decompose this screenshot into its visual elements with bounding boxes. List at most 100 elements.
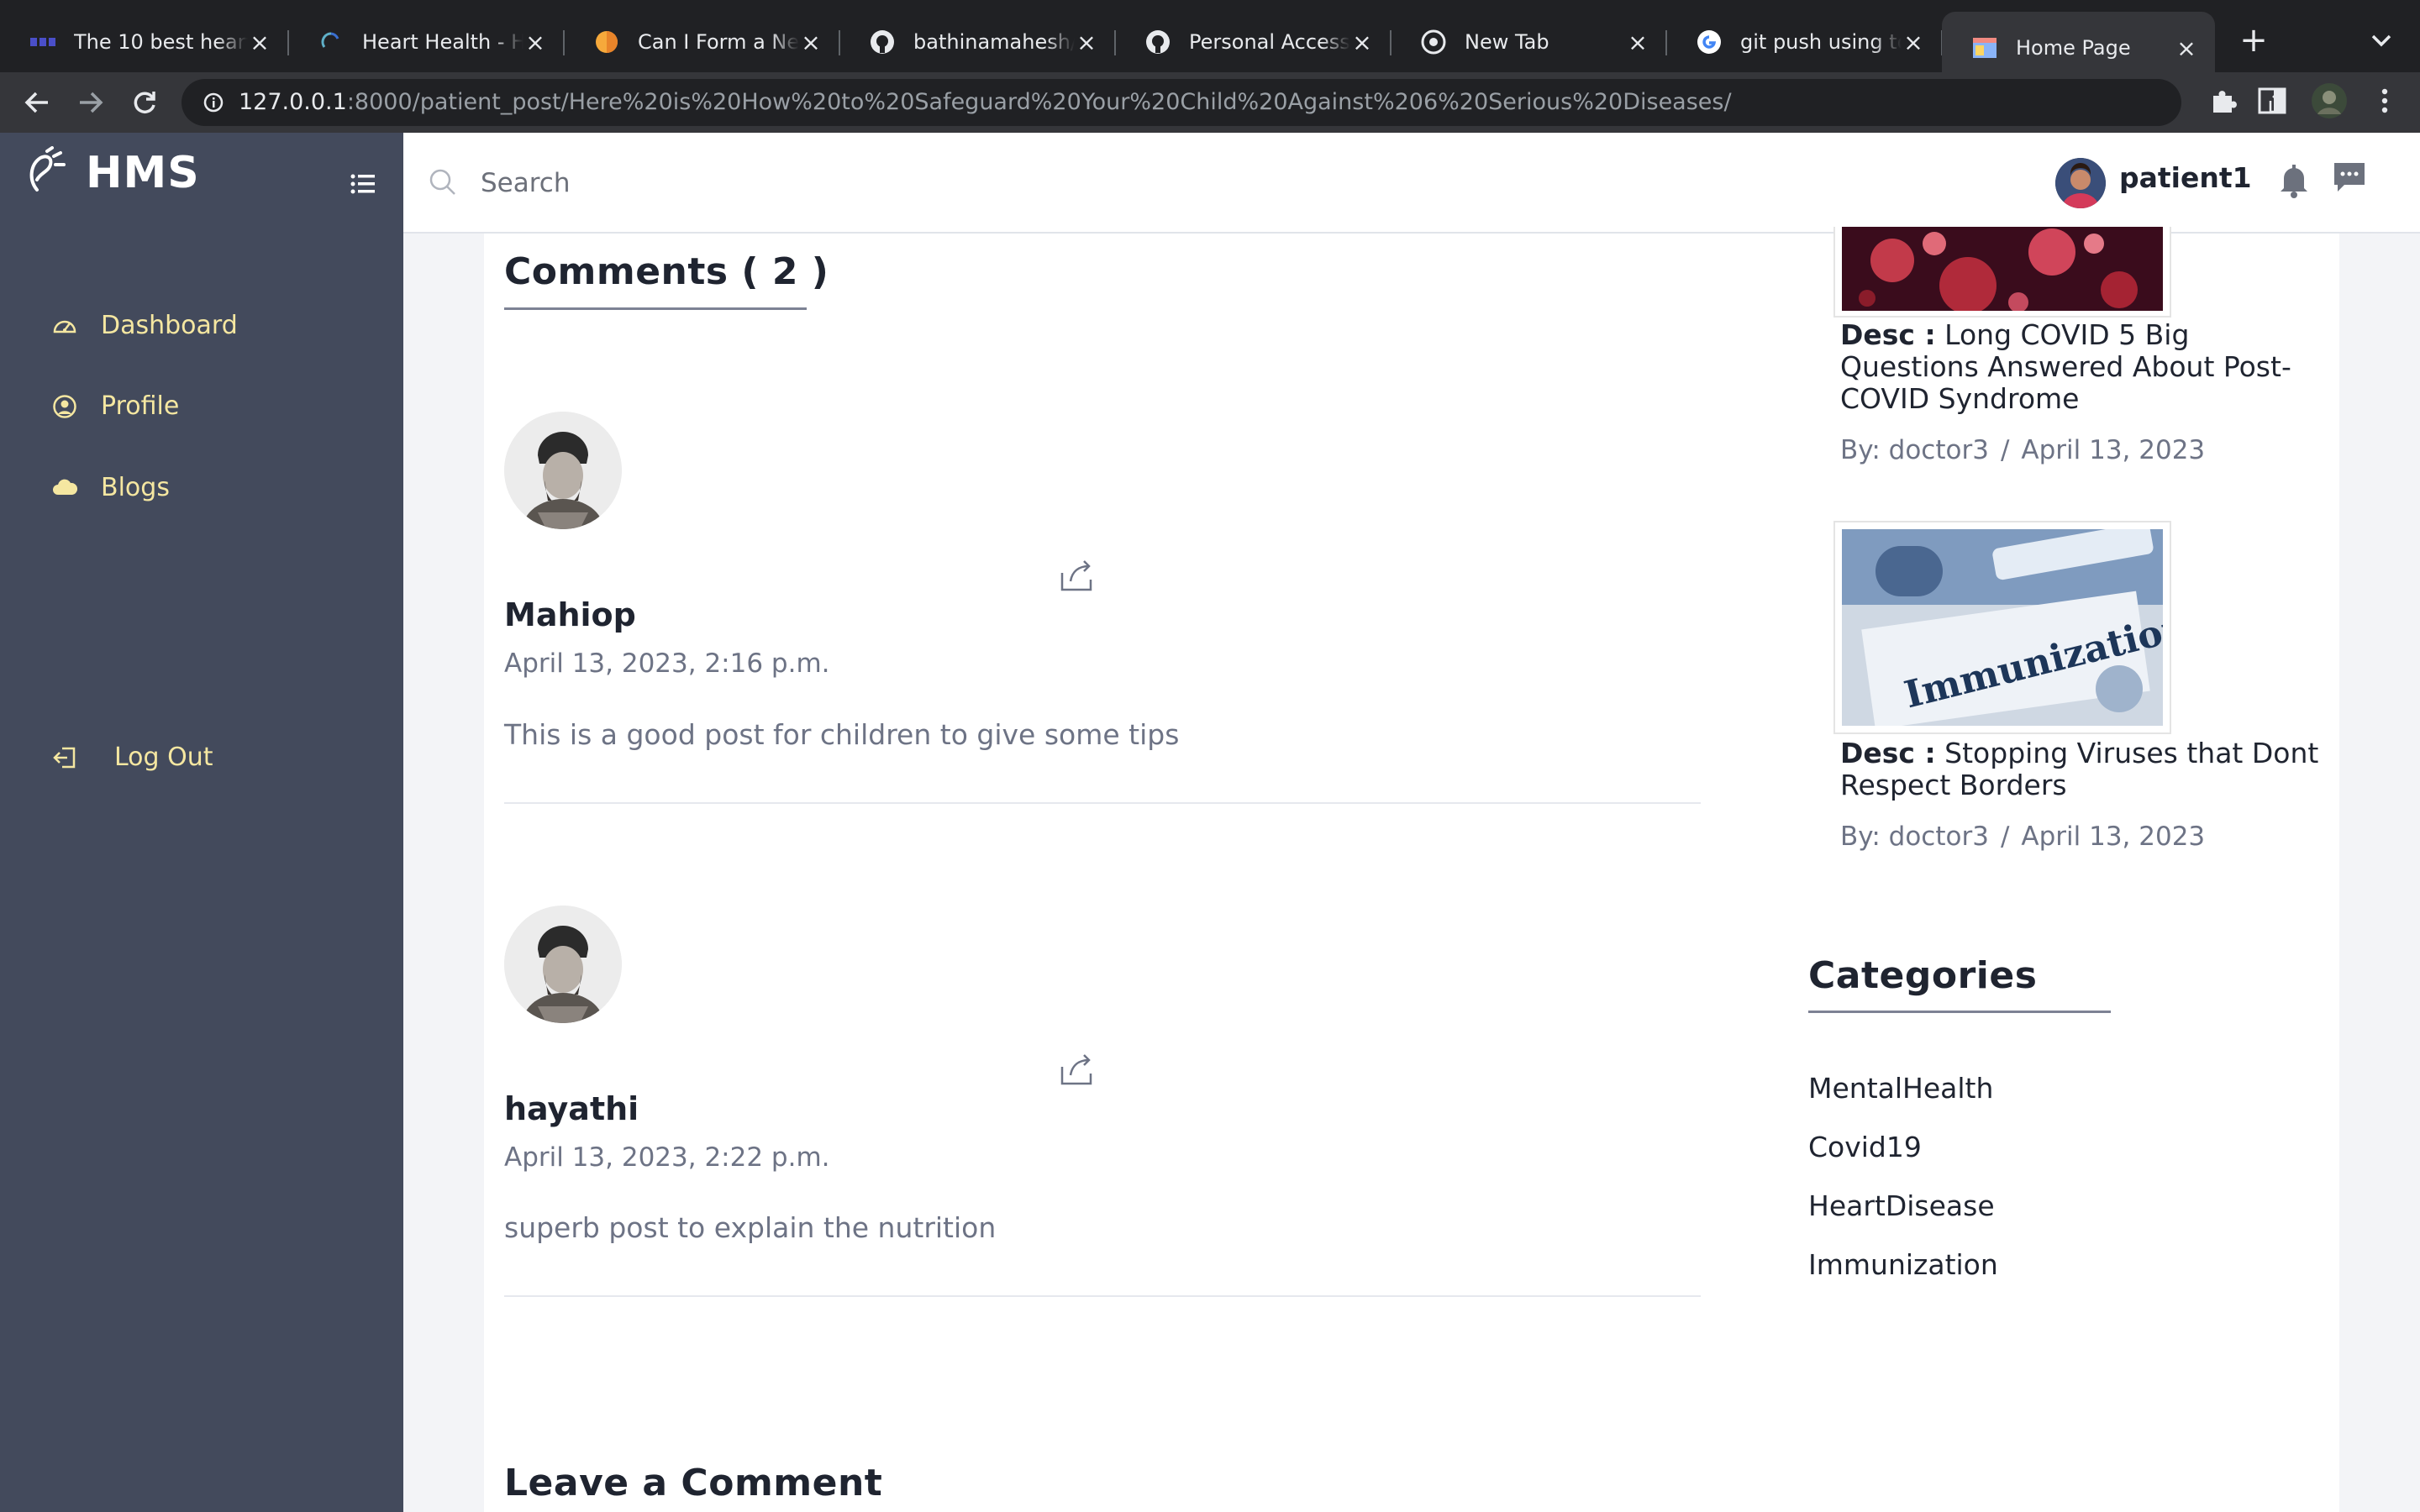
comment-avatar xyxy=(504,412,622,529)
comment-date: April 13, 2023, 2:22 p.m. xyxy=(504,1142,830,1173)
page-icon xyxy=(1972,35,1997,60)
back-icon[interactable] xyxy=(17,82,57,123)
category-link[interactable]: Immunization xyxy=(1808,1248,1998,1281)
brand-name: HMS xyxy=(86,148,200,198)
google-icon xyxy=(1697,29,1722,55)
heart-logo-icon xyxy=(318,29,344,55)
sidebar: HMS Dashboard Profile Blogs Log Out xyxy=(0,133,403,1512)
search-input[interactable] xyxy=(481,158,1237,208)
share-icon[interactable] xyxy=(1057,1048,1097,1089)
browser-tab[interactable]: Can I Form a New × xyxy=(564,12,840,72)
browser-tab[interactable]: The 10 best heart × xyxy=(0,12,289,72)
tab-close-icon[interactable]: × xyxy=(1626,29,1649,56)
sidebar-item-blogs[interactable]: Blogs xyxy=(52,473,170,502)
github-icon xyxy=(870,29,895,55)
logout-label: Log Out xyxy=(114,743,213,772)
menu-list-icon[interactable] xyxy=(350,171,376,197)
user-circle-icon xyxy=(52,394,77,419)
browser-tab[interactable]: Heart Health - Ho × xyxy=(288,12,565,72)
category-link[interactable]: MentalHealth xyxy=(1808,1072,1993,1105)
tab-close-icon[interactable]: × xyxy=(523,29,547,56)
logout-icon xyxy=(52,745,77,770)
comments-title: Comments ( 2 ) xyxy=(504,250,829,293)
comment-date: April 13, 2023, 2:16 p.m. xyxy=(504,648,830,679)
tab-title: New Tab xyxy=(1465,30,1549,54)
tab-title: Personal Access T xyxy=(1189,30,1350,54)
forward-icon[interactable] xyxy=(71,82,111,123)
url-host: 127.0.0.1 xyxy=(239,89,347,115)
browser-tab[interactable]: New Tab × xyxy=(1391,12,1667,72)
tab-title: Heart Health - Ho xyxy=(362,30,523,54)
share-icon[interactable] xyxy=(1057,554,1097,595)
title-underline xyxy=(504,307,807,310)
sidebar-item-profile[interactable]: Profile xyxy=(52,391,179,421)
side-panel-icon[interactable] xyxy=(2257,86,2291,119)
user-name[interactable]: patient1 xyxy=(2119,161,2252,194)
meta-separator: / xyxy=(2000,435,2010,465)
bell-icon[interactable] xyxy=(2277,161,2311,198)
sidebar-item-label: Dashboard xyxy=(101,311,238,340)
post-meta: By: doctor3 / April 13, 2023 xyxy=(1840,435,2205,465)
reload-icon[interactable] xyxy=(124,82,165,123)
post-date: April 13, 2023 xyxy=(2021,435,2206,465)
chat-icon[interactable] xyxy=(2331,160,2368,197)
tab-title: Home Page xyxy=(2016,36,2131,60)
tab-title: bathinamahesh/Fi xyxy=(913,30,1075,54)
extensions-puzzle-icon[interactable] xyxy=(2207,84,2240,118)
logo-icon xyxy=(25,146,71,200)
orange-circle-icon xyxy=(594,29,619,55)
post-description[interactable]: Desc : Long COVID 5 Big Questions Answer… xyxy=(1840,319,2319,415)
post-author: By: doctor3 xyxy=(1840,435,1989,465)
comment-author: hayathi xyxy=(504,1090,639,1127)
tab-close-icon[interactable]: × xyxy=(2175,34,2198,62)
tab-close-icon[interactable]: × xyxy=(799,29,823,56)
new-tab-button[interactable]: + xyxy=(2235,22,2272,59)
post-thumbnail[interactable] xyxy=(1833,227,2171,318)
post-meta: By: doctor3 / April 13, 2023 xyxy=(1840,822,2205,852)
post-author: By: doctor3 xyxy=(1840,822,1989,852)
title-underline xyxy=(1808,1011,2111,1013)
search-icon xyxy=(429,168,457,197)
browser-toolbar: 127.0.0.1:8000/patient_post/Here%20is%20… xyxy=(0,72,2420,133)
tab-close-icon[interactable]: × xyxy=(1902,29,1925,56)
cloud-icon xyxy=(52,475,77,501)
chrome-icon xyxy=(1421,29,1446,55)
sidebar-item-label: Profile xyxy=(101,391,180,421)
desc-label: Desc : xyxy=(1840,737,1936,769)
browser-tab-strip: The 10 best heart × Heart Health - Ho × … xyxy=(0,0,2420,84)
comment-text: This is a good post for children to give… xyxy=(504,718,1180,751)
tab-close-icon[interactable]: × xyxy=(1075,29,1098,56)
info-icon[interactable] xyxy=(203,92,224,113)
browser-tab[interactable]: bathinamahesh/Fi × xyxy=(839,12,1116,72)
tab-title: The 10 best heart xyxy=(74,30,248,54)
comment-divider xyxy=(504,802,1701,804)
post-description[interactable]: Desc : Stopping Viruses that Dont Respec… xyxy=(1840,738,2319,801)
category-link[interactable]: HeartDisease xyxy=(1808,1189,1995,1222)
tab-close-icon[interactable]: × xyxy=(1350,29,1374,56)
sidebar-item-logout[interactable]: Log Out xyxy=(52,743,213,772)
comment-text: superb post to explain the nutrition xyxy=(504,1211,997,1244)
brand-logo[interactable]: HMS xyxy=(25,146,200,200)
sidebar-item-label: Blogs xyxy=(101,473,170,502)
address-bar[interactable]: 127.0.0.1:8000/patient_post/Here%20is%20… xyxy=(182,79,2347,126)
comment-avatar xyxy=(504,906,622,1023)
avatar[interactable] xyxy=(2055,158,2106,208)
kebab-menu-icon[interactable] xyxy=(2370,86,2400,116)
tab-close-icon[interactable]: × xyxy=(248,29,271,56)
categories-title: Categories xyxy=(1808,954,2038,997)
profile-avatar-icon[interactable] xyxy=(2311,82,2348,119)
browser-tab[interactable]: Personal Access T × xyxy=(1115,12,1392,72)
chevron-down-icon[interactable] xyxy=(2366,25,2396,55)
github-icon xyxy=(1145,29,1171,55)
tab-title: git push using tok xyxy=(1740,30,1902,54)
url-path: :8000/patient_post/Here%20is%20How%20to%… xyxy=(346,89,1732,115)
tab-title: Can I Form a New xyxy=(638,30,799,54)
category-link[interactable]: Covid19 xyxy=(1808,1131,1922,1163)
sidebar-item-dashboard[interactable]: Dashboard xyxy=(52,311,238,340)
browser-tab[interactable]: git push using tok × xyxy=(1666,12,1943,72)
url-text[interactable]: 127.0.0.1:8000/patient_post/Here%20is%20… xyxy=(239,79,1732,126)
comment-divider xyxy=(504,1295,1701,1297)
comment-author: Mahiop xyxy=(504,596,636,633)
post-thumbnail[interactable]: Immunization xyxy=(1833,521,2193,734)
post-date: April 13, 2023 xyxy=(2021,822,2206,852)
